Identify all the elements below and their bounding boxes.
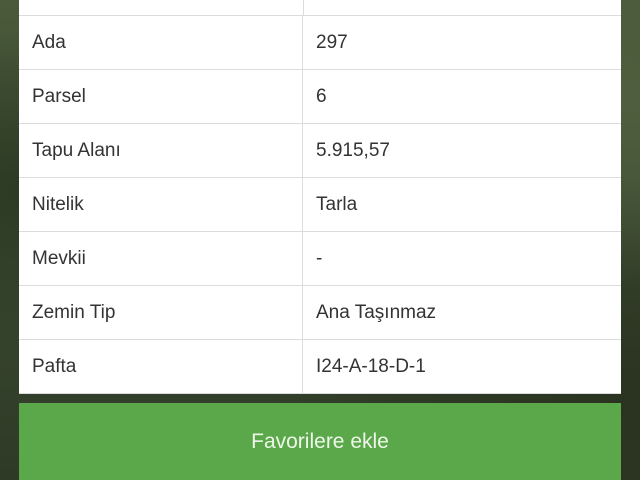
- label-tapu-alani: Tapu Alanı: [19, 124, 303, 177]
- table-row-nitelik: Nitelik Tarla: [19, 178, 621, 232]
- value-mevkii: -: [316, 247, 323, 269]
- label-ada: Ada: [19, 16, 303, 69]
- table-row-partial: [19, 0, 621, 16]
- table-row-tapu-alani: Tapu Alanı 5.915,57: [19, 124, 621, 178]
- label-parsel: Parsel: [19, 70, 303, 123]
- table-row-ada: Ada 297: [19, 16, 621, 70]
- value-pafta: I24-A-18-D-1: [316, 355, 426, 377]
- parcel-info-table: Ada 297 Parsel 6 Tapu Alanı 5.915,57 Nit…: [19, 0, 621, 394]
- value-nitelik: Tarla: [316, 193, 358, 215]
- table-row-pafta: Pafta I24-A-18-D-1: [19, 340, 621, 394]
- label-pafta: Pafta: [19, 340, 303, 393]
- label-mevkii: Mevkii: [19, 232, 303, 285]
- table-row-parsel: Parsel 6: [19, 70, 621, 124]
- table-row-mevkii: Mevkii -: [19, 232, 621, 286]
- table-row-zemin-tip: Zemin Tip Ana Taşınmaz: [19, 286, 621, 340]
- cell-label-partial: [19, 0, 304, 15]
- label-zemin-tip: Zemin Tip: [19, 286, 303, 339]
- value-zemin-tip: Ana Taşınmaz: [316, 301, 437, 323]
- label-nitelik: Nitelik: [19, 178, 303, 231]
- add-to-favorites-button[interactable]: Favorilere ekle: [19, 403, 621, 480]
- value-parsel: 6: [316, 85, 327, 107]
- value-tapu-alani: 5.915,57: [316, 139, 390, 161]
- value-ada: 297: [316, 31, 348, 53]
